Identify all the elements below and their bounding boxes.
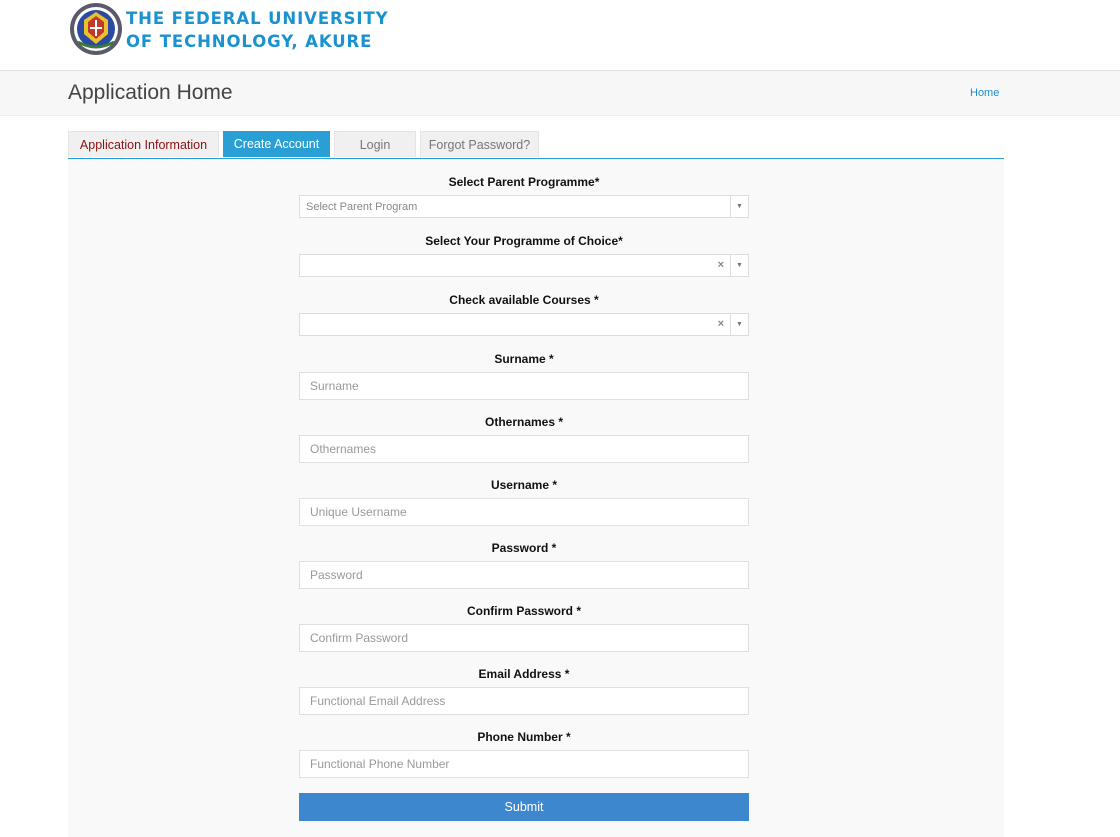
clear-icon[interactable]: ×: [718, 318, 724, 330]
clear-icon[interactable]: ×: [718, 259, 724, 271]
parent-programme-label: Select Parent Programme*: [448, 175, 600, 189]
othernames-input[interactable]: [299, 435, 749, 463]
courses-label: Check available Courses *: [449, 293, 599, 307]
university-name: THE FEDERAL UNIVERSITY OF TECHNOLOGY, AK…: [126, 7, 388, 53]
submit-button[interactable]: Submit: [299, 793, 749, 821]
phone-label: Phone Number *: [477, 730, 571, 744]
parent-programme-select[interactable]: Select Parent Program ▼: [299, 195, 749, 218]
university-crest-icon: [70, 3, 122, 55]
page-title: Application Home: [68, 81, 233, 104]
tab-application-information[interactable]: Application Information: [68, 131, 219, 157]
email-input[interactable]: [299, 687, 749, 715]
username-input[interactable]: [299, 498, 749, 526]
surname-input[interactable]: [299, 372, 749, 400]
chevron-down-icon[interactable]: ▼: [730, 196, 748, 217]
tab-create-account[interactable]: Create Account: [223, 131, 330, 157]
username-label: Username *: [490, 478, 558, 492]
university-name-line2: OF TECHNOLOGY, AKURE: [126, 32, 373, 51]
tab-login[interactable]: Login: [334, 131, 416, 157]
courses-select[interactable]: × ▼: [299, 313, 749, 336]
confirm-password-label: Confirm Password *: [466, 604, 582, 618]
chevron-down-icon[interactable]: ▼: [730, 314, 748, 335]
programme-choice-label: Select Your Programme of Choice*: [425, 234, 623, 248]
title-bar: Application Home Home: [0, 71, 1120, 116]
chevron-down-icon[interactable]: ▼: [730, 255, 748, 276]
tab-bar: Application Information Create Account L…: [68, 131, 1004, 159]
confirm-password-input[interactable]: [299, 624, 749, 652]
email-label: Email Address *: [478, 667, 570, 681]
breadcrumb-home-link[interactable]: Home: [970, 87, 999, 99]
password-input[interactable]: [299, 561, 749, 589]
parent-programme-placeholder: Select Parent Program: [306, 201, 418, 213]
university-name-line1: THE FEDERAL UNIVERSITY: [126, 9, 389, 28]
phone-input[interactable]: [299, 750, 749, 778]
programme-choice-select[interactable]: × ▼: [299, 254, 749, 277]
tab-forgot-password[interactable]: Forgot Password?: [420, 131, 539, 157]
site-header: THE FEDERAL UNIVERSITY OF TECHNOLOGY, AK…: [0, 0, 1120, 71]
othernames-label: Othernames *: [484, 415, 564, 429]
surname-label: Surname *: [494, 352, 554, 366]
password-label: Password *: [491, 541, 557, 555]
